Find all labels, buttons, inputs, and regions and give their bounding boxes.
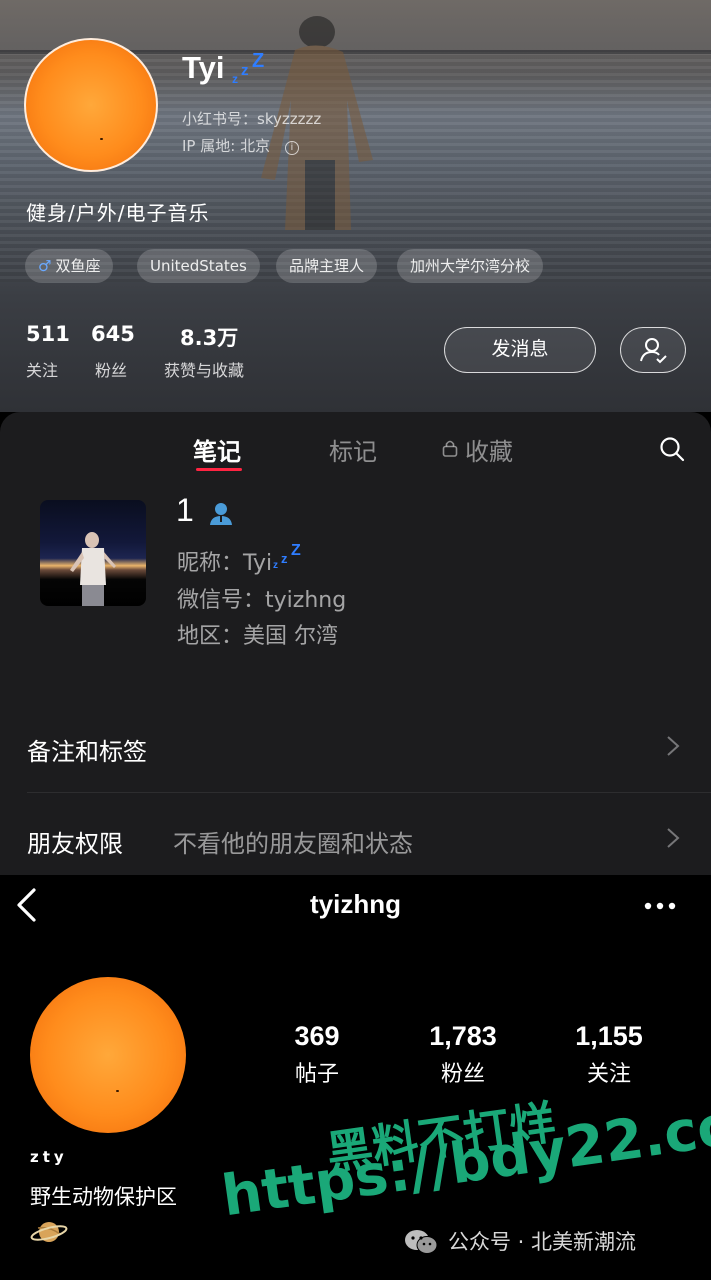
user-check-icon xyxy=(640,338,667,364)
region-row: 地区：美国 尔湾 xyxy=(177,624,339,649)
source-credit: 公众号 · 北美新潮流 xyxy=(404,1226,636,1258)
ig-username: tyizhng xyxy=(310,889,401,919)
saturn-icon xyxy=(30,1222,68,1242)
ig-followers-count[interactable]: 1,783 xyxy=(403,1021,523,1052)
contact-avatar[interactable] xyxy=(40,500,146,606)
ig-posts-count[interactable]: 369 xyxy=(257,1021,377,1052)
tab-collections[interactable]: 收藏 xyxy=(465,432,513,467)
contact-person-icon xyxy=(210,503,232,525)
likes-label: 获赞与收藏 xyxy=(164,361,245,380)
nickname-row: 昵称：Tyi xyxy=(177,551,273,576)
ip-location: IP 属地: 北京 i xyxy=(182,135,299,156)
xhs-id: 小红书号：skyzzzzz xyxy=(182,110,322,128)
wechat-contact-card: 笔记 标记 收藏 1 昵称：Tyi z z Z 微信号：tyizhng 地区：美… xyxy=(0,412,711,875)
divider xyxy=(27,792,711,793)
following-label: 关注 xyxy=(26,361,59,380)
wechat-id-row: 微信号：tyizhng xyxy=(177,588,347,613)
tab-active-indicator xyxy=(196,468,242,471)
bio: 健身/户外/电子音乐 xyxy=(26,201,210,225)
followers-count[interactable]: 645 xyxy=(91,322,135,346)
followed-button[interactable] xyxy=(620,327,686,373)
friend-permissions-value: 不看他的朋友圈和状态 xyxy=(173,830,413,858)
chevron-right-icon xyxy=(667,828,680,848)
tag-occupation[interactable]: 品牌主理人 xyxy=(276,249,378,283)
avatar-person-figure xyxy=(70,532,116,606)
followers-label: 粉丝 xyxy=(95,361,128,380)
chevron-right-icon xyxy=(667,736,680,756)
instagram-profile: tyizhng 369 帖子 1,783 粉丝 1,155 关注 zty 野生动… xyxy=(0,875,711,1280)
send-message-button[interactable]: 发消息 xyxy=(444,327,596,373)
tag-zodiac[interactable]: ♂ 双鱼座 xyxy=(25,249,114,283)
tab-tagged[interactable]: 标记 xyxy=(329,432,377,467)
xhs-profile-header: Tyi z z Z 小红书号：skyzzzzz IP 属地: 北京 i 健身/户… xyxy=(0,0,711,412)
contact-remark-name: 1 xyxy=(176,492,194,528)
tab-notes[interactable]: 笔记 xyxy=(193,432,241,467)
info-icon[interactable]: i xyxy=(284,141,299,155)
likes-count[interactable]: 8.3万 xyxy=(180,322,238,352)
ig-avatar[interactable] xyxy=(30,977,186,1133)
search-icon[interactable] xyxy=(659,436,685,462)
wechat-icon xyxy=(405,1230,438,1254)
male-gender-icon: ♂ xyxy=(38,257,52,275)
tag-school[interactable]: 加州大学尔湾分校 xyxy=(397,249,544,283)
ig-following-count[interactable]: 1,155 xyxy=(549,1021,669,1052)
following-count[interactable]: 511 xyxy=(26,322,70,346)
tag-location[interactable]: UnitedStates xyxy=(137,249,260,283)
friend-permissions-row[interactable]: 朋友权限 xyxy=(27,824,123,859)
remarks-and-tags-row[interactable]: 备注和标签 xyxy=(27,732,147,767)
profile-name: Tyi xyxy=(182,50,225,85)
lock-icon xyxy=(442,440,458,457)
ig-followers-label: 粉丝 xyxy=(440,1062,485,1087)
ig-following-label: 关注 xyxy=(586,1062,631,1087)
ig-full-name: zty xyxy=(30,1148,68,1166)
ig-bio: 野生动物保护区 xyxy=(30,1185,177,1209)
ig-posts-label: 帖子 xyxy=(294,1062,339,1087)
avatar[interactable] xyxy=(24,38,158,172)
more-options-icon[interactable] xyxy=(644,902,676,910)
